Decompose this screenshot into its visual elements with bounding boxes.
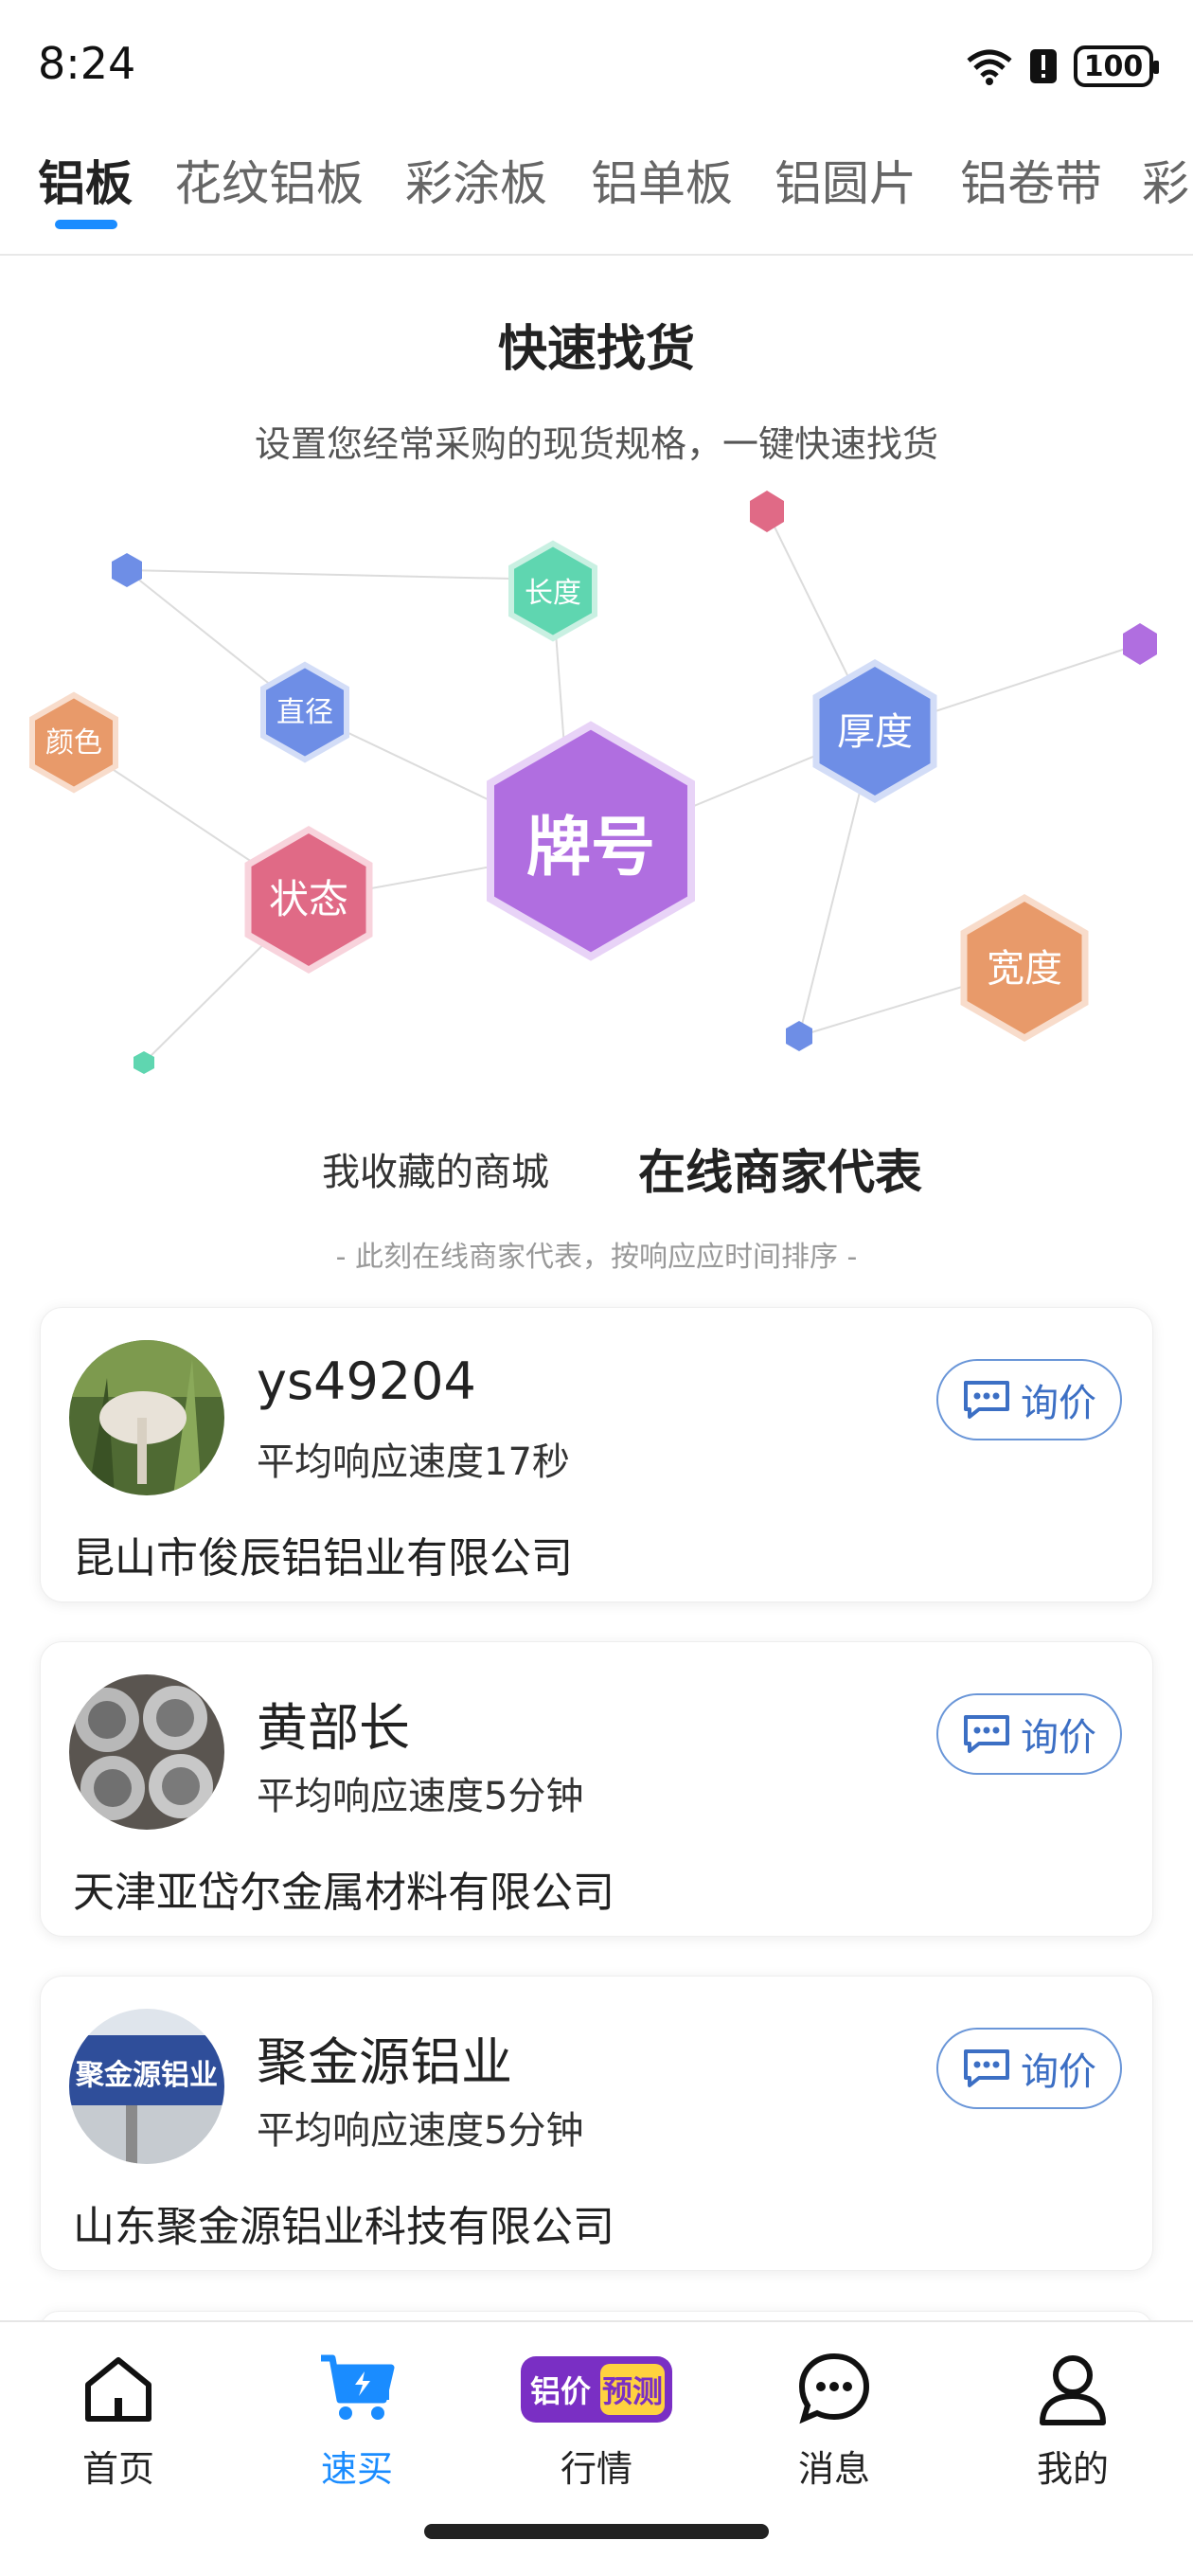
rep-name: ys49204	[257, 1351, 476, 1411]
cart-icon	[321, 2354, 395, 2420]
company-name: 山东聚金源铝业科技有限公司	[73, 2203, 614, 2251]
nav-home[interactable]: 首页	[24, 2345, 213, 2492]
battery-icon: 100	[1074, 45, 1159, 87]
nav-home-label: 首页	[81, 2448, 154, 2490]
node-diameter[interactable]: 直径	[260, 661, 349, 763]
home-icon	[85, 2357, 151, 2422]
quick-find-title: 快速找货	[497, 321, 695, 378]
nav-messages[interactable]: 消息	[739, 2345, 929, 2492]
node-state[interactable]: 状态	[244, 825, 373, 975]
node-width[interactable]: 宽度	[960, 893, 1089, 1043]
badge-right-text: 预测	[602, 2373, 663, 2409]
price-forecast-badge: 铝价 预测	[521, 2356, 672, 2423]
inquiry-button[interactable]: 询价	[936, 1693, 1122, 1775]
nav-messages-label: 消息	[797, 2448, 870, 2490]
merchant-card[interactable]: 黄部长 平均响应速度5分钟 天津亚岱尔金属材料有限公司 询价	[40, 1641, 1153, 1937]
status-icons: 100	[966, 45, 1159, 87]
rep-name: 黄部长	[257, 1698, 410, 1758]
node-thickness-label: 厚度	[837, 710, 913, 754]
tab-coated-plate[interactable]: 彩涂板	[405, 146, 547, 214]
merchant-card[interactable]: ys49204 平均响应速度17秒 昆山市俊辰铝铝业有限公司 询价	[40, 1307, 1153, 1602]
node-state-label: 状态	[269, 876, 348, 922]
active-tab-indicator	[55, 220, 117, 229]
tab-pattern-plate[interactable]: 花纹铝板	[174, 146, 364, 214]
nav-quick-buy-label: 速买	[320, 2448, 393, 2490]
node-color-label: 颜色	[45, 726, 102, 760]
tab-favorite-malls[interactable]: 我收藏的商城	[322, 1141, 549, 1196]
badge-left-text: 铝价	[530, 2373, 591, 2409]
company-name: 昆山市俊辰铝铝业有限公司	[73, 1534, 573, 1583]
status-bar: 8:24 100	[0, 0, 1193, 123]
chat-bubble-icon	[964, 2049, 1009, 2087]
merchant-card[interactable]: 聚金源铝业 聚金源铝业 平均响应速度5分钟 山东聚金源铝业科技有限公司 询价	[40, 1976, 1153, 2271]
nav-profile[interactable]: 我的	[978, 2345, 1167, 2492]
response-speed: 平均响应速度17秒	[257, 1440, 570, 1484]
home-indicator[interactable]	[424, 2524, 769, 2539]
response-speed: 平均响应速度5分钟	[257, 1775, 584, 1818]
inquiry-label: 询价	[1021, 1716, 1096, 1760]
tab-partial[interactable]: 彩	[1142, 146, 1189, 214]
node-diameter-label: 直径	[276, 696, 333, 729]
tab-single-plate[interactable]: 铝单板	[591, 146, 733, 214]
node-length-label: 长度	[525, 577, 581, 610]
company-name: 天津亚岱尔金属材料有限公司	[73, 1869, 614, 1917]
node-small-blue-2	[786, 1021, 812, 1051]
wifi-icon	[967, 49, 1012, 85]
tab-aluminum-plate[interactable]: 铝板	[38, 146, 133, 214]
nav-market-label: 行情	[560, 2448, 632, 2490]
nav-quick-buy[interactable]: 速买	[262, 2345, 452, 2492]
avatar-sign-text: 聚金源铝业	[75, 2059, 218, 2092]
tab-round-disc[interactable]: 铝圆片	[775, 146, 917, 214]
category-tabs: 铝板 花纹铝板 彩涂板 铝单板 铝圆片 铝卷带 彩	[0, 133, 1193, 256]
avatar	[69, 1340, 224, 1495]
tab-online-merchants[interactable]: 在线商家代表	[638, 1135, 922, 1203]
node-small-blue	[112, 553, 142, 587]
inquiry-label: 询价	[1021, 1382, 1096, 1425]
node-length[interactable]: 长度	[508, 540, 597, 642]
chat-bubble-icon	[964, 1715, 1009, 1753]
nav-market[interactable]: 铝价 预测 行情	[502, 2345, 691, 2492]
chat-bubble-icon	[964, 1381, 1009, 1419]
inquiry-label: 询价	[1021, 2050, 1096, 2094]
spec-network-graph[interactable]: 长度 直径 颜色 厚度 状态 宽度 牌号	[0, 474, 1193, 1099]
quick-find-subtitle: 设置您经常采购的现货规格，一键快速找货	[254, 423, 938, 465]
online-merchants-note: - 此刻在线商家代表，按响应应时间排序 -	[335, 1241, 858, 1274]
nav-profile-label: 我的	[1036, 2448, 1109, 2490]
node-small-purple	[1123, 623, 1157, 665]
avatar: 聚金源铝业	[69, 2009, 224, 2164]
node-brand-label: 牌号	[526, 811, 655, 886]
inquiry-button[interactable]: 询价	[936, 2028, 1122, 2109]
message-icon	[798, 2352, 870, 2424]
node-brand[interactable]: 牌号	[487, 721, 695, 961]
node-small-red	[750, 491, 784, 532]
node-color[interactable]: 颜色	[29, 691, 118, 794]
node-width-label: 宽度	[987, 947, 1062, 991]
alert-icon	[1030, 49, 1057, 83]
response-speed: 平均响应速度5分钟	[257, 2109, 584, 2153]
rep-name: 聚金源铝业	[257, 2032, 512, 2092]
profile-icon	[1040, 2355, 1106, 2425]
clock: 8:24	[38, 38, 136, 89]
avatar	[69, 1674, 224, 1830]
inquiry-button[interactable]: 询价	[936, 1359, 1122, 1440]
tab-coil-strip[interactable]: 铝卷带	[960, 146, 1102, 214]
node-thickness[interactable]: 厚度	[812, 658, 937, 804]
